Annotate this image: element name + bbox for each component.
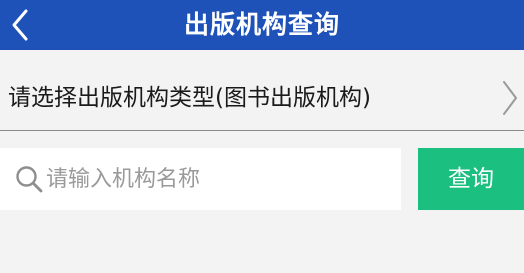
search-box bbox=[0, 148, 401, 210]
publisher-type-label: 请选择出版机构类型(图书出版机构) bbox=[8, 85, 371, 111]
app-header: 出版机构查询 bbox=[0, 0, 524, 50]
search-icon bbox=[16, 166, 43, 193]
query-button[interactable]: 查询 bbox=[418, 148, 524, 210]
page-title: 出版机构查询 bbox=[183, 10, 340, 39]
search-input[interactable] bbox=[46, 148, 391, 210]
publisher-type-selector[interactable]: 请选择出版机构类型(图书出版机构) bbox=[0, 50, 524, 131]
chevron-right-icon bbox=[503, 81, 517, 115]
